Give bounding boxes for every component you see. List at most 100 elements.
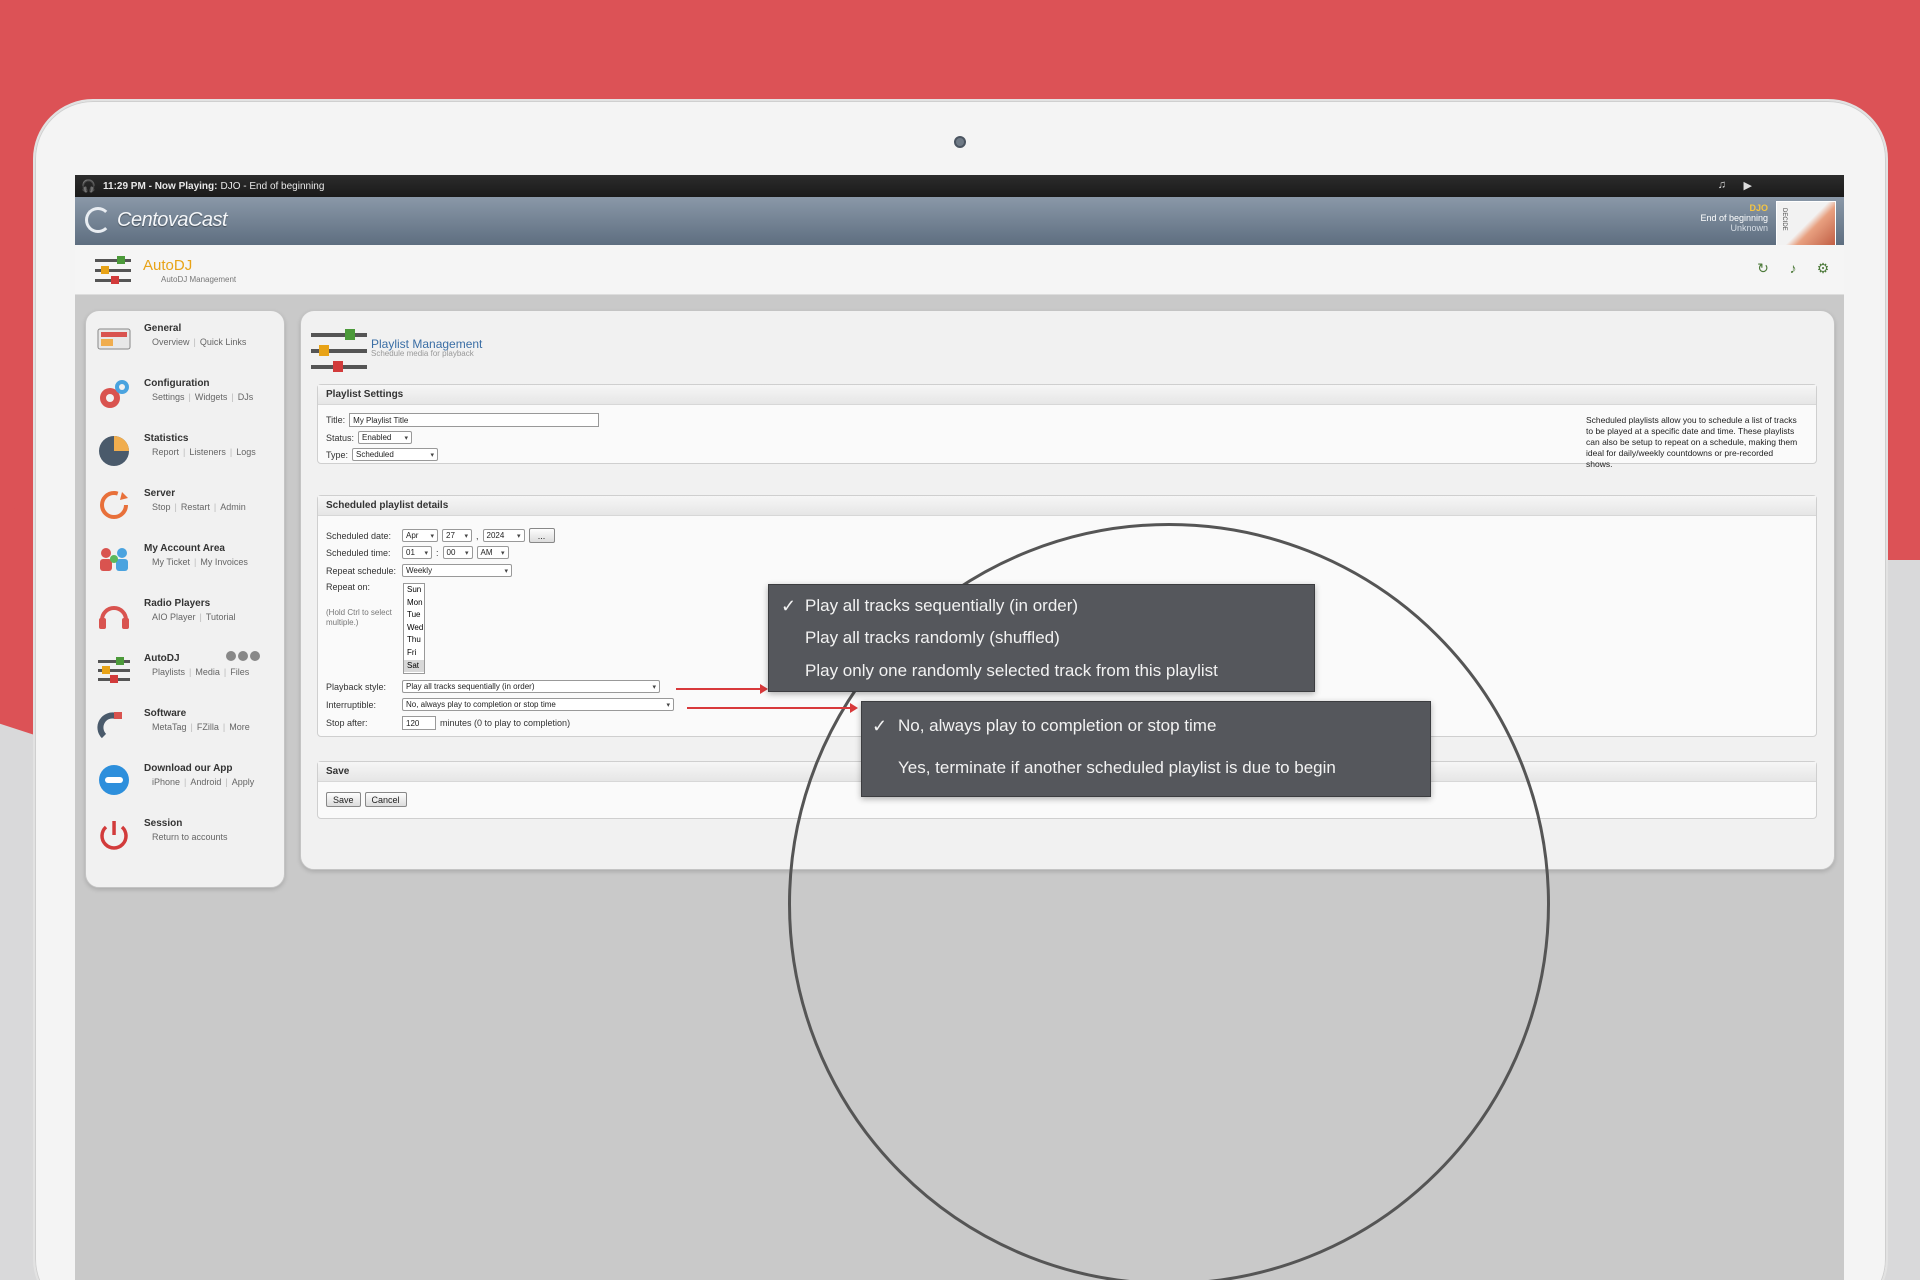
sidebar-item-statistics[interactable]: Statistics Report | Listeners | Logs [96,429,276,479]
link-logs[interactable]: Logs [236,447,256,457]
minute-value: 00 [446,548,456,557]
year-select[interactable]: 2024 ▾ [482,529,525,542]
link-metatag[interactable]: MetaTag [152,722,187,732]
sidebar-item-radio-players[interactable]: Radio Players AIO Player | Tutorial [96,594,276,644]
restart-icon [100,491,128,519]
link-apply[interactable]: Apply [232,777,255,787]
link-report[interactable]: Report [152,447,179,457]
day-option[interactable]: Fri [404,647,424,660]
sidebar-item-download-app[interactable]: Download our App iPhone | Android | Apply [96,759,276,809]
hour-select[interactable]: 01 ▾ [402,546,432,559]
repeat-select[interactable]: Weekly ▾ [402,564,512,577]
sidebar-item-links: Stop | Restart | Admin [152,502,246,512]
settings-icon[interactable]: ⚙ [1812,257,1834,279]
link-iphone[interactable]: iPhone [152,777,180,787]
sidebar-item-account[interactable]: My Account Area My Ticket | My Invoices [96,539,276,589]
link-more[interactable]: More [229,722,250,732]
save-actions: Save Cancel [326,792,407,807]
day-option-selected[interactable]: Sat [404,659,424,673]
minute-select[interactable]: 00 ▾ [442,546,473,559]
repeat-on-label: Repeat on: [326,582,371,592]
month-value: Apr [406,531,419,540]
link-return-to-accounts[interactable]: Return to accounts [152,832,228,842]
chevron-down-icon: ▾ [504,567,508,575]
day-option[interactable]: Thu [404,634,424,647]
chevron-down-icon: ▾ [465,549,469,557]
sidebar-item-title: Statistics [144,433,189,444]
status-value: Enabled [362,433,392,442]
link-files[interactable]: Files [230,667,249,677]
refresh-icon[interactable]: ↻ [1752,257,1774,279]
sidebar-item-general[interactable]: General Overview | Quick Links [96,319,276,369]
link-widgets[interactable]: Widgets [195,392,228,402]
day-option[interactable]: Tue [404,609,424,622]
music-note-icon[interactable]: ♫ [1718,179,1726,191]
sidebar-item-title: Configuration [144,378,210,389]
month-select[interactable]: Apr ▾ [402,529,438,542]
pie-chart-icon [99,436,129,466]
sidebar-item-links: AIO Player | Tutorial [152,612,236,622]
sidebar-item-title: Radio Players [144,598,211,609]
interruptible-select[interactable]: No, always play to completion or stop ti… [402,698,674,711]
title-input[interactable] [349,413,600,427]
link-listeners[interactable]: Listeners [189,447,226,457]
link-tutorial[interactable]: Tutorial [206,612,236,622]
date-picker-button[interactable]: ... [528,528,555,543]
module-tools: ↻ ♪ ⚙ [1752,257,1834,279]
link-my-ticket[interactable]: My Ticket [152,557,190,567]
link-djs[interactable]: DJs [238,392,254,402]
interruptible-label: Interruptible: [326,699,377,710]
save-button[interactable]: Save [326,792,361,807]
sidebar-item-configuration[interactable]: Configuration Settings | Widgets | DJs [96,374,276,424]
play-icon[interactable]: ▶ [1744,179,1752,192]
cancel-button[interactable]: Cancel [364,792,407,807]
day-option[interactable]: Mon [404,597,424,610]
link-overview[interactable]: Overview [152,337,190,347]
day-option[interactable]: Wed [404,622,424,635]
album-cover-text: DECIDE [1781,208,1787,231]
link-aio-player[interactable]: AIO Player [152,612,196,622]
media-icon[interactable]: ♪ [1782,257,1804,279]
sidebar-item-software[interactable]: Software MetaTag | FZilla | More [96,704,276,754]
sidebar-item-title: Server [144,488,176,499]
year-value: 2024 [486,531,505,540]
sidebar-item-autodj[interactable]: AutoDJ Playlists | Media | Files [96,649,276,699]
playback-option[interactable]: Play only one randomly selected track fr… [805,661,1218,681]
app-screen: 🎧 11:29 PM - Now Playing: DJO - End of b… [75,175,1844,1280]
ampm-value: AM [480,548,493,557]
now-playing-time: 11:29 PM - Now Playing: [103,180,218,192]
ampm-select[interactable]: AM ▾ [476,546,509,559]
power-icon [100,821,128,850]
link-restart[interactable]: Restart [181,502,210,512]
broadcast-icon [85,207,111,233]
playback-option[interactable]: Play all tracks sequentially (in order) [805,596,1078,616]
camera-icon [954,136,966,148]
status-select[interactable]: Enabled ▾ [358,431,413,444]
sidebar-item-title: Software [144,708,187,719]
day-option[interactable]: Sun [404,584,424,597]
sidebar-item-session[interactable]: Session Return to accounts [96,814,276,864]
link-playlists[interactable]: Playlists [152,667,185,677]
repeat-days-listbox[interactable]: Sun Mon Tue Wed Thu Fri Sat [403,583,425,674]
stop-after-input[interactable] [402,716,436,730]
interruptible-option[interactable]: No, always play to completion or stop ti… [898,716,1216,736]
sidebar-item-server[interactable]: Server Stop | Restart | Admin [96,484,276,534]
link-media[interactable]: Media [195,667,220,677]
brand-logo[interactable]: CentovaCast [85,207,228,233]
link-quick-links[interactable]: Quick Links [200,337,247,347]
day-select[interactable]: 27 ▾ [442,529,472,542]
module-bar: AutoDJ AutoDJ Management ↻ ♪ ⚙ [75,245,1844,295]
playback-style-select[interactable]: Play all tracks sequentially (in order) ▾ [402,680,660,693]
interruptible-option[interactable]: Yes, terminate if another scheduled play… [898,758,1336,778]
link-android[interactable]: Android [190,777,221,787]
link-fzilla[interactable]: FZilla [197,722,219,732]
sidebar-item-links: Overview | Quick Links [152,337,247,347]
link-stop[interactable]: Stop [152,502,171,512]
playback-style-dropdown: ✓ Play all tracks sequentially (in order… [768,584,1315,692]
playback-option[interactable]: Play all tracks randomly (shuffled) [805,628,1060,648]
app-icon [99,765,129,795]
link-admin[interactable]: Admin [220,502,246,512]
link-settings[interactable]: Settings [152,392,185,402]
type-select[interactable]: Scheduled ▾ [352,448,439,461]
link-my-invoices[interactable]: My Invoices [200,557,248,567]
